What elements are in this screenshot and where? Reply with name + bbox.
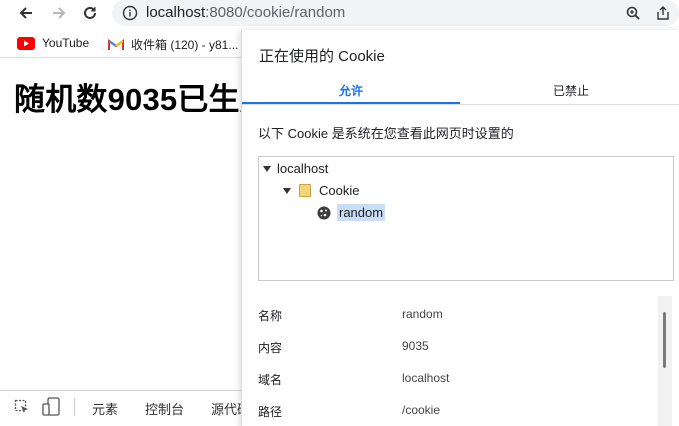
tab-blocked[interactable]: 已禁止: [460, 82, 679, 104]
dialog-description: 以下 Cookie 是系统在您查看此网页时设置的: [258, 126, 514, 141]
browser-toolbar: localhost:8080/cookie/random: [0, 0, 679, 28]
gmail-icon: [108, 38, 124, 50]
tree-item-label: localhost: [277, 161, 329, 176]
cookie-tree: localhost Cookie random: [258, 156, 674, 281]
page-heading: 随机数9035已生成: [14, 82, 271, 117]
bookmark-youtube[interactable]: YouTube: [17, 36, 89, 50]
reload-button[interactable]: [78, 2, 102, 24]
info-icon[interactable]: [122, 5, 138, 21]
properties-scrollbar[interactable]: [658, 296, 672, 426]
inspect-element-icon[interactable]: [14, 399, 30, 415]
tree-item-folder[interactable]: Cookie: [283, 183, 359, 198]
tab-divider: [242, 104, 679, 105]
back-button[interactable]: [14, 2, 38, 24]
property-value: /cookie: [402, 403, 441, 417]
property-key: 名称: [258, 309, 283, 323]
url-path: :8080/cookie/random: [205, 4, 346, 21]
device-toolbar-icon[interactable]: [42, 397, 60, 417]
zoom-icon[interactable]: [625, 5, 641, 21]
tree-item-cookie[interactable]: random: [317, 204, 386, 221]
bookmark-label: 收件箱 (120) - y81...: [131, 38, 239, 52]
forward-button[interactable]: [47, 2, 71, 24]
forward-arrow-icon: [53, 7, 66, 19]
property-value: random: [402, 307, 443, 321]
reload-icon: [84, 6, 96, 19]
property-key: 内容: [258, 341, 283, 355]
property-row: 路径 /cookie: [258, 400, 658, 420]
devtools-divider: [74, 398, 75, 416]
cookies-in-use-dialog: 正在使用的 Cookie 允许 已禁止 以下 Cookie 是系统在您查看此网页…: [241, 30, 679, 426]
cookie-icon: [317, 206, 331, 219]
bookmark-label: YouTube: [42, 36, 90, 50]
share-icon[interactable]: [655, 5, 671, 21]
address-bar[interactable]: localhost:8080/cookie/random: [112, 0, 679, 26]
scrollbar-thumb[interactable]: [663, 312, 666, 368]
expand-triangle-icon[interactable]: [263, 165, 271, 172]
expand-triangle-icon[interactable]: [283, 187, 291, 194]
folder-icon: [299, 184, 311, 197]
bookmark-gmail[interactable]: 收件箱 (120) - y81...: [108, 36, 238, 53]
property-value: 9035: [402, 339, 429, 353]
dialog-title: 正在使用的 Cookie: [259, 48, 385, 65]
property-value: localhost: [402, 371, 450, 385]
property-row: 内容 9035: [258, 336, 658, 356]
property-key: 路径: [258, 405, 283, 419]
tree-item-site[interactable]: localhost: [263, 161, 328, 176]
tree-item-label: Cookie: [319, 183, 360, 198]
tab-console[interactable]: 控制台: [145, 399, 184, 418]
property-key: 域名: [258, 373, 283, 387]
url-text: localhost:8080/cookie/random: [146, 4, 345, 21]
tab-allowed[interactable]: 允许: [242, 82, 460, 104]
tree-item-label-selected: random: [337, 204, 386, 221]
youtube-icon: [17, 36, 35, 50]
tab-elements[interactable]: 元素: [92, 399, 118, 418]
property-row: 域名 localhost: [258, 368, 658, 388]
back-arrow-icon: [19, 7, 32, 19]
property-row: 名称 random: [258, 304, 658, 324]
url-host: localhost: [146, 4, 206, 21]
